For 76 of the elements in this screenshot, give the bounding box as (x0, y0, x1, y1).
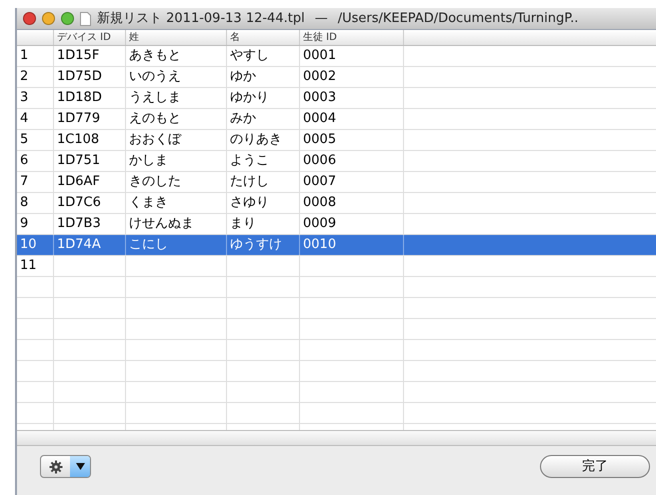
table-row[interactable]: 6 1D751 かしま ようこ 0006 (17, 151, 656, 172)
table-cell-text: 11 (20, 257, 37, 276)
table-cell-text: 1 (20, 47, 28, 66)
table-cell-text: 0001 (303, 47, 336, 66)
table-cell-text: みか (230, 110, 256, 128)
table-cell-text: 0004 (303, 110, 336, 128)
document-path: /Users/KEEPAD/Documents/TurningP.. (338, 10, 578, 28)
table-cell-text: ゆうすけ (230, 236, 282, 254)
table-cell-text: 1D15F (57, 47, 100, 66)
table-cell-text: いのうえ (129, 68, 181, 86)
table-cell-text: ゆかり (230, 89, 269, 108)
table-cell-text: 1D75D (57, 68, 102, 86)
table-cell-text: あきもと (129, 47, 181, 66)
table-row[interactable]: 3 1D18D うえしま ゆかり 0003 (17, 88, 656, 109)
table-cell-text: 1D7B3 (57, 215, 101, 234)
table-cell-text: たけし (230, 173, 269, 192)
table-cell-text: おおくぼ (129, 131, 181, 150)
table-row[interactable]: 4 1D779 えのもと みか 0004 (17, 109, 656, 130)
table-cell-text: 0005 (303, 131, 336, 150)
table-cell-text: かしま (129, 152, 168, 170)
table-cell-text: えのもと (129, 110, 181, 128)
table-row[interactable]: 7 1D6AF きのした たけし 0007 (17, 172, 656, 193)
table-cell-text: 0006 (303, 152, 336, 170)
table-cell-text: さゆり (230, 194, 269, 212)
column-header[interactable]: 生徒 ID (303, 30, 337, 45)
window-title: 新規リスト 2011-09-13 12-44.tpl (97, 10, 305, 28)
table-cell-text: 0002 (303, 68, 336, 86)
table-row[interactable]: 2 1D75D いのうえ ゆか 0002 (17, 67, 656, 88)
table-cell-text: こにし (129, 236, 168, 254)
table-cell-text: 1D751 (57, 152, 100, 170)
table-row[interactable]: 5 1C108 おおくぼ のりあき 0005 (17, 130, 656, 151)
table-cell-text: のりあき (230, 131, 282, 150)
table-cell-text: 0003 (303, 89, 336, 108)
table-cell-text: 0010 (303, 236, 336, 254)
table-cell-text: まり (230, 215, 256, 234)
title-separator: — (314, 10, 329, 28)
action-menu-button[interactable] (40, 455, 91, 478)
table-row[interactable]: 8 1D7C6 くまき さゆり 0008 (17, 193, 656, 214)
table-cell-text: 1D779 (57, 110, 100, 128)
table-cell-text: 2 (20, 68, 28, 86)
table-cell-text: 1D6AF (57, 173, 100, 192)
table-cell-text: 9 (20, 215, 28, 234)
close-button[interactable] (23, 12, 36, 25)
document-icon (80, 12, 91, 26)
table-cell-text: 0007 (303, 173, 336, 192)
caret-icon (76, 463, 84, 470)
table-row[interactable]: 10 1D74A こにし ゆうすけ 0010 (17, 235, 656, 256)
table-cell-text: 1D74A (57, 236, 101, 254)
done-button[interactable]: 完了 (540, 455, 650, 478)
table-row[interactable]: 11 (17, 256, 656, 277)
table-cell-text: 0008 (303, 194, 336, 212)
table-cell-text: 5 (20, 131, 28, 150)
column-header[interactable]: デバイス ID (57, 30, 111, 45)
table-cell-text: くまき (129, 194, 168, 212)
table-cell-text: 4 (20, 110, 28, 128)
minimize-button[interactable] (42, 12, 55, 25)
table-cell-text: けせんぬま (129, 215, 194, 234)
table-cell-text: ゆか (230, 68, 256, 86)
table-cell-text: 3 (20, 89, 28, 108)
table-cell-text: 10 (20, 236, 37, 254)
table-cell-text: やすし (230, 47, 269, 66)
table-cell-text: ようこ (230, 152, 269, 170)
column-header[interactable]: 名 (230, 30, 240, 45)
table-cell-text: うえしま (129, 89, 181, 108)
table-cell-text: 8 (20, 194, 28, 212)
column-header[interactable]: 姓 (129, 30, 139, 45)
table-cell-text: きのした (129, 173, 181, 192)
table-cell-text: 0009 (303, 215, 336, 234)
gear-icon (48, 460, 62, 474)
table-cell-text: 1D18D (57, 89, 102, 108)
table-cell-text: 1D7C6 (57, 194, 101, 212)
table-cell-text: 6 (20, 152, 28, 170)
zoom-button[interactable] (61, 12, 74, 25)
table-cell-text: 7 (20, 173, 28, 192)
table-row[interactable]: 1 1D15F あきもと やすし 0001 (17, 46, 656, 67)
table-cell-text: 1C108 (57, 131, 100, 150)
